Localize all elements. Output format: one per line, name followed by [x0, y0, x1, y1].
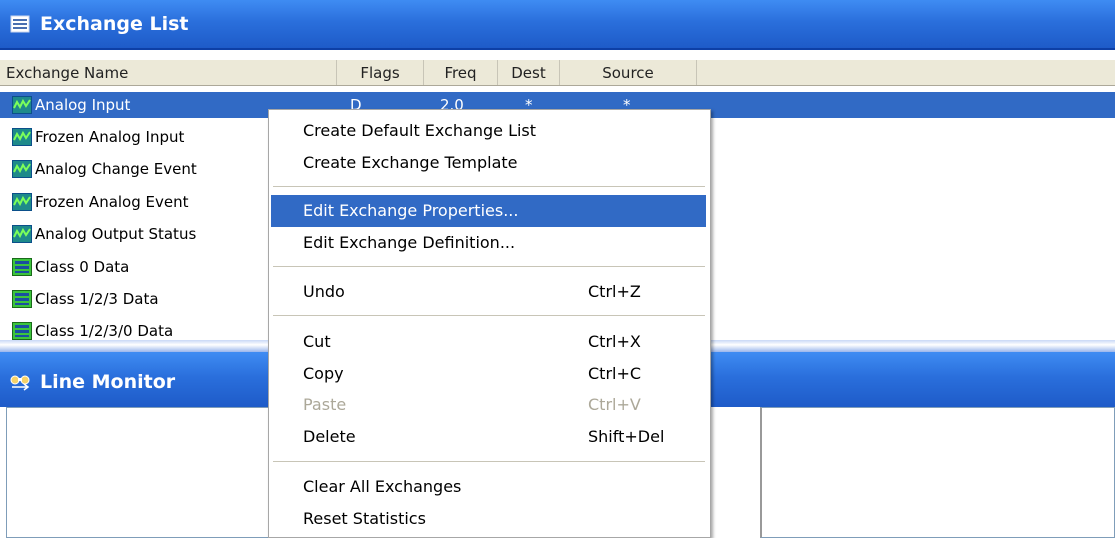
column-header-exchange-name[interactable]: Exchange Name	[0, 60, 337, 85]
exchange-list-header: Exchange Name Flags Freq Dest Source	[0, 60, 1115, 86]
analog-wave-icon	[12, 160, 32, 178]
class-data-icon	[12, 258, 32, 276]
list-item-name: Frozen Analog Event	[35, 193, 189, 211]
analog-wave-icon	[12, 193, 32, 211]
menu-separator	[273, 461, 705, 462]
list-window-icon	[10, 15, 30, 33]
menu-item-clear-all-exchanges[interactable]: Clear All Exchanges	[271, 471, 706, 503]
list-item[interactable]: Class 0 Data	[12, 254, 129, 280]
menu-item-label: Copy	[303, 364, 344, 383]
menu-item-shortcut: Ctrl+C	[588, 364, 642, 383]
list-item-name: Analog Output Status	[35, 225, 197, 243]
menu-item-label: Paste	[303, 395, 347, 414]
list-item-name: Frozen Analog Input	[35, 128, 185, 146]
menu-item-edit-exchange-definition[interactable]: Edit Exchange Definition...	[271, 227, 706, 259]
column-header-freq[interactable]: Freq	[424, 60, 498, 85]
menu-item-shortcut: Shift+Del	[588, 427, 665, 446]
column-header-dest[interactable]: Dest	[498, 60, 560, 85]
menu-item-label: Edit Exchange Definition...	[303, 233, 516, 252]
list-item-name: Class 0 Data	[35, 258, 130, 276]
menu-item-shortcut: Ctrl+V	[588, 395, 641, 414]
context-menu: Create Default Exchange List Create Exch…	[268, 109, 711, 538]
list-item-name: Class 1/2/3/0 Data	[35, 322, 174, 340]
menu-item-create-default-exchange-list[interactable]: Create Default Exchange List	[271, 115, 706, 147]
analog-wave-icon	[12, 225, 32, 243]
menu-item-label: Clear All Exchanges	[303, 477, 462, 496]
menu-item-label: Delete	[303, 427, 356, 446]
menu-item-label: Edit Exchange Properties...	[303, 201, 519, 220]
line-monitor-title: Line Monitor	[40, 370, 176, 393]
menu-item-label: Reset Statistics	[303, 509, 426, 528]
menu-item-cut[interactable]: Cut Ctrl+X	[271, 326, 706, 358]
menu-separator	[273, 186, 705, 187]
menu-item-delete[interactable]: Delete Shift+Del	[271, 421, 706, 453]
class-data-icon	[12, 322, 32, 340]
menu-item-copy[interactable]: Copy Ctrl+C	[271, 358, 706, 390]
analog-wave-icon	[12, 96, 32, 114]
exchange-list-titlebar: Exchange List	[0, 0, 1115, 50]
menu-item-undo[interactable]: Undo Ctrl+Z	[271, 276, 706, 308]
exchange-list-title: Exchange List	[40, 13, 189, 35]
line-monitor-left-pane[interactable]	[6, 407, 268, 538]
menu-item-reset-statistics[interactable]: Reset Statistics	[271, 503, 706, 535]
menu-item-create-exchange-template[interactable]: Create Exchange Template	[271, 147, 706, 179]
column-header-source[interactable]: Source	[560, 60, 697, 85]
menu-item-label: Cut	[303, 332, 331, 351]
menu-item-label: Create Default Exchange List	[303, 121, 537, 140]
analog-wave-icon	[12, 128, 32, 146]
list-item[interactable]: Class 1/2/3 Data	[12, 286, 159, 312]
list-item[interactable]: Frozen Analog Event	[12, 189, 189, 215]
list-item-name: Analog Change Event	[35, 160, 197, 178]
list-item-name: Analog Input	[35, 96, 131, 114]
menu-item-label: Undo	[303, 282, 345, 301]
list-item[interactable]: Frozen Analog Input	[12, 124, 184, 150]
menu-item-edit-exchange-properties[interactable]: Edit Exchange Properties...	[271, 195, 706, 227]
line-monitor-right-pane[interactable]	[760, 407, 1115, 538]
list-item-name: Class 1/2/3 Data	[35, 290, 159, 308]
class-data-icon	[12, 290, 32, 308]
menu-item-shortcut: Ctrl+Z	[588, 282, 641, 301]
list-item[interactable]: Class 1/2/3/0 Data	[12, 318, 173, 340]
menu-item-paste: Paste Ctrl+V	[271, 389, 706, 421]
list-item[interactable]: Analog Change Event	[12, 156, 197, 182]
list-item[interactable]: Analog Output Status	[12, 221, 196, 247]
column-header-flags[interactable]: Flags	[337, 60, 424, 85]
menu-item-shortcut: Ctrl+X	[588, 332, 641, 351]
binoculars-icon	[10, 375, 30, 391]
menu-separator	[273, 266, 705, 267]
menu-item-label: Create Exchange Template	[303, 153, 518, 172]
menu-separator	[273, 315, 705, 316]
